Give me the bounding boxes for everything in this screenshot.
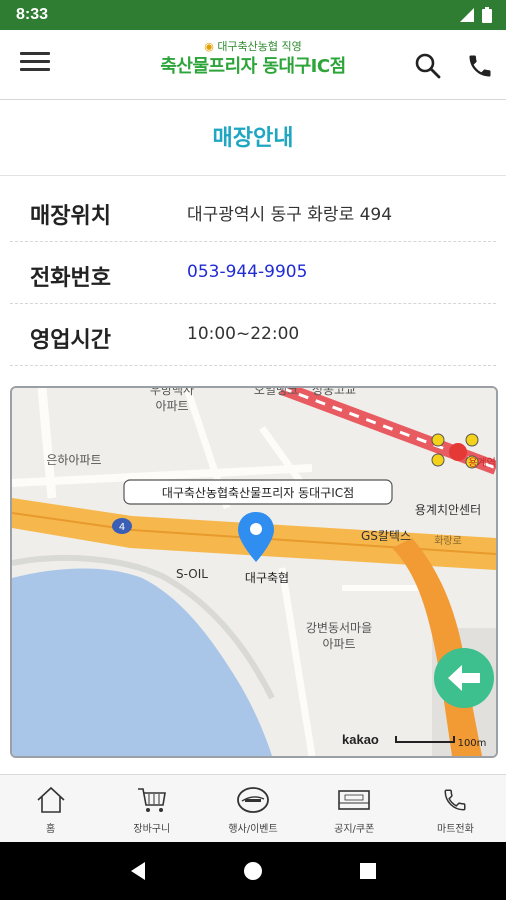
location-value: 대구광역시 동구 화랑로 494 — [187, 205, 393, 225]
route-number: 4 — [119, 522, 125, 533]
nav-label: 공지/쿠폰 — [334, 824, 375, 835]
status-time: 8:33 — [16, 6, 49, 23]
map-label: 아파트 — [155, 399, 188, 413]
map-label: S-OIL — [176, 567, 208, 581]
info-row-hours: 영업시간 10:00~22:00 — [10, 304, 496, 366]
home-icon — [34, 785, 68, 815]
phone-number-link[interactable]: 053-944-9905 — [187, 262, 307, 282]
nav-label: 행사/이벤트 — [228, 824, 278, 835]
coupon-icon — [337, 785, 371, 815]
nav-item-coupon[interactable]: 공지/쿠폰 — [304, 775, 405, 842]
map-label: 아파트 — [322, 637, 355, 651]
status-bar: 8:33 — [0, 0, 506, 30]
nav-label: 마트전화 — [437, 824, 474, 835]
subway-exit-icon — [465, 433, 479, 447]
map-label: 성동고교 — [312, 388, 356, 397]
nav-item-events[interactable]: 행사/이벤트 — [202, 775, 303, 842]
cart-icon — [135, 785, 169, 815]
search-button[interactable] — [414, 52, 442, 80]
map-label: 화랑로 — [434, 535, 462, 547]
kakao-logo: kakao — [342, 732, 379, 747]
map-label: 용계치안센터 — [415, 503, 481, 517]
hours-label: 영업시간 — [30, 328, 111, 353]
page-title: 매장안내 — [212, 126, 294, 151]
square-recents-icon — [360, 863, 377, 879]
phone-icon — [438, 785, 472, 815]
bottom-nav: 홈 장바구니 행사/이벤트 공지/쿠폰 마트전화 — [0, 774, 506, 842]
leaf-icon: ◉ — [204, 40, 214, 53]
system-nav-bar — [0, 842, 506, 900]
system-recents-button[interactable] — [348, 851, 388, 891]
nav-item-cart[interactable]: 장바구니 — [101, 775, 202, 842]
menu-icon-bar — [20, 68, 50, 71]
map-canvas[interactable]: 4 우방백사 아파트 오일뱅크 성동고교 은하아파트 용계역 용계치안센터 GS… — [12, 388, 496, 756]
triangle-back-icon — [130, 862, 145, 880]
map-label: 용계역 — [468, 457, 496, 469]
map-label: 강변동서마을 — [306, 621, 372, 635]
store-map[interactable]: 4 우방백사 아파트 오일뱅크 성동고교 은하아파트 용계역 용계치안센터 GS… — [10, 386, 498, 758]
circle-home-icon — [243, 862, 262, 880]
map-label: 은하아파트 — [46, 453, 101, 467]
map-label: 대구축협 — [245, 571, 289, 585]
system-home-button[interactable] — [233, 851, 273, 891]
scale-label: 100m — [458, 738, 487, 749]
nav-label: 홈 — [46, 824, 56, 835]
subway-station-icon — [449, 443, 467, 461]
phone-icon — [469, 55, 491, 77]
search-icon — [415, 53, 441, 79]
phone-label: 전화번호 — [30, 266, 111, 291]
nav-item-home[interactable]: 홈 — [0, 775, 101, 842]
call-button[interactable] — [466, 52, 494, 80]
place-callout-text: 대구축산농협축산물프리자 동대구IC점 — [162, 486, 354, 500]
map-label: 오일뱅크 — [254, 388, 298, 397]
signal-icon — [460, 8, 474, 22]
status-icons — [460, 7, 492, 23]
brand-subtitle: ◉ 대구축산농협 직영 — [140, 40, 366, 54]
location-label: 매장위치 — [30, 204, 111, 229]
menu-button[interactable] — [20, 52, 50, 78]
brand-title: 축산물프리자 동대구IC점 — [160, 56, 346, 77]
nav-label: 장바구니 — [133, 824, 171, 835]
subway-exit-icon — [431, 433, 445, 447]
menu-icon-bar — [20, 52, 50, 55]
app-header: ◉ 대구축산농협 직영 축산물프리자 동대구IC점 — [0, 30, 506, 100]
brand-logo[interactable]: ◉ 대구축산농협 직영 축산물프리자 동대구IC점 — [140, 40, 366, 80]
divider — [0, 175, 506, 176]
system-back-button[interactable] — [118, 851, 158, 891]
info-row-phone: 전화번호 053-944-9905 — [10, 242, 496, 304]
battery-icon — [482, 7, 492, 23]
map-label: 우방백사 — [150, 388, 194, 397]
brand-subtitle-text: 대구축산농협 직영 — [217, 40, 302, 53]
hours-value: 10:00~22:00 — [187, 324, 300, 344]
menu-icon-bar — [20, 60, 50, 63]
subway-exit-icon — [431, 453, 445, 467]
map-label: GS칼텍스 — [361, 529, 411, 543]
pin-dot — [250, 523, 262, 535]
event-icon — [236, 785, 270, 815]
info-row-location: 매장위치 대구광역시 동구 화랑로 494 — [10, 180, 496, 242]
nav-item-call[interactable]: 마트전화 — [405, 775, 506, 842]
